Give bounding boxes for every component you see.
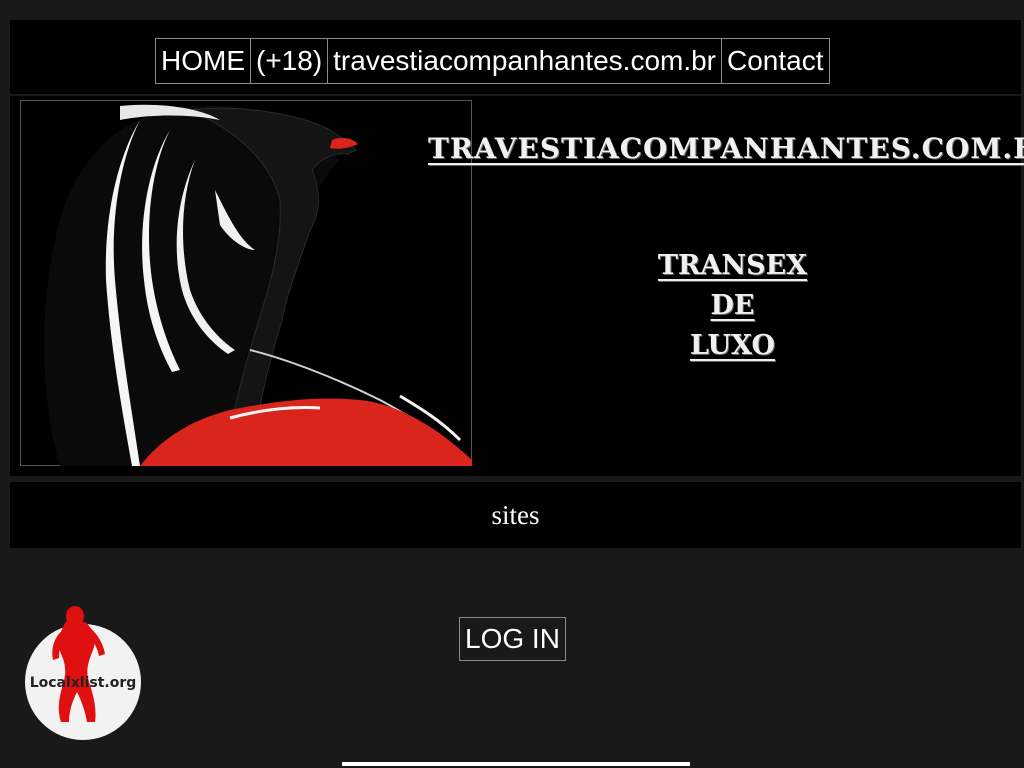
woman-figure-icon (52, 606, 105, 722)
sites-section: sites (10, 482, 1021, 548)
page: HOME (+18) travestiacompanhantes.com.br … (0, 0, 1024, 768)
nav-item-home[interactable]: HOME (156, 39, 251, 83)
nav-item-contact[interactable]: Contact (722, 39, 829, 83)
localxlist-logo[interactable]: Localxlist.org (23, 602, 145, 742)
tagline-line-1: TRANSEX (657, 250, 808, 281)
nav-item-site[interactable]: travestiacompanhantes.com.br (328, 39, 723, 83)
tagline-line-3: LUXO (689, 330, 776, 361)
header-banner: TRAVESTIACOMPANHANTES.COM.BR TRANSEX DE … (10, 96, 1024, 476)
site-title-logo: TRAVESTIACOMPANHANTES.COM.BR (428, 132, 1024, 165)
banner-tagline: TRANSEX DE LUXO (630, 246, 835, 366)
woman-silhouette-image (20, 100, 472, 466)
top-navigation-bar: HOME (+18) travestiacompanhantes.com.br … (10, 20, 1021, 94)
nav-menu: HOME (+18) travestiacompanhantes.com.br … (155, 38, 830, 84)
bottom-bar (342, 762, 690, 766)
sites-label[interactable]: sites (491, 500, 539, 531)
logo-text: Localxlist.org (29, 675, 137, 691)
nav-item-adult[interactable]: (+18) (251, 39, 329, 83)
tagline-line-2: DE (710, 290, 755, 321)
login-button[interactable]: LOG IN (459, 617, 566, 661)
